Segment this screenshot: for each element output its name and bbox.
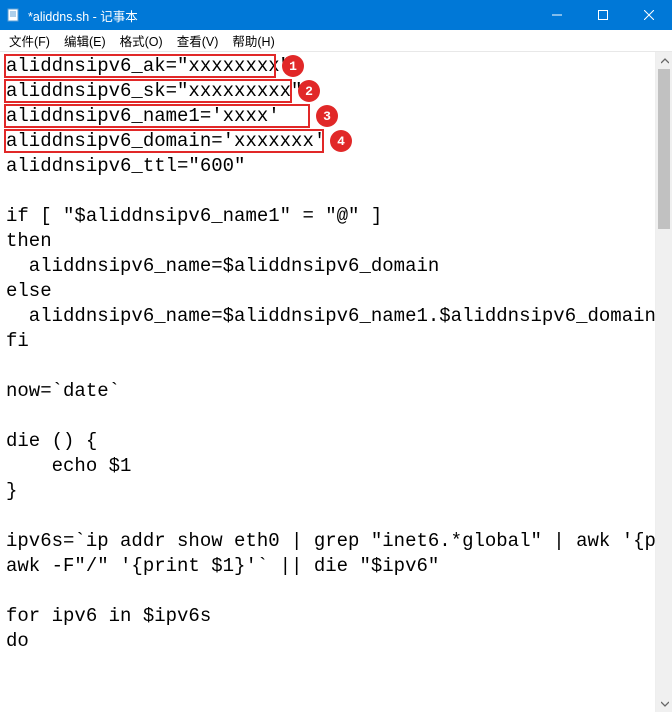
vertical-scrollbar[interactable] [655,52,672,712]
code-line: ipv6s=`ip addr show eth0 | grep "inet6.*… [6,529,651,554]
code-line: aliddnsipv6_domain='xxxxxxx' [6,129,651,154]
menu-edit[interactable]: 编辑(E) [57,29,113,52]
menu-file[interactable]: 文件(F) [2,29,57,52]
window-controls [534,0,672,30]
menu-view[interactable]: 查看(V) [170,29,226,52]
code-line: for ipv6 in $ipv6s [6,604,651,629]
code-line: if [ "$aliddnsipv6_name1" = "@" ] [6,204,651,229]
titlebar: *aliddns.sh - 记事本 [0,0,672,30]
code-line: aliddnsipv6_name=$aliddnsipv6_name1.$ali… [6,304,651,329]
code-line [6,579,651,604]
maximize-button[interactable] [580,0,626,30]
code-line: aliddnsipv6_name1='xxxx' [6,104,651,129]
code-line [6,354,651,379]
code-line: die () { [6,429,651,454]
code-line: } [6,479,651,504]
code-line [6,504,651,529]
content-area: aliddnsipv6_ak="xxxxxxxx"aliddnsipv6_sk=… [0,52,672,712]
notepad-icon [6,7,22,23]
scroll-up-button[interactable] [656,52,672,69]
code-line: echo $1 [6,454,651,479]
scroll-thumb[interactable] [658,69,670,229]
code-line: else [6,279,651,304]
window-title: *aliddns.sh - 记事本 [28,6,534,25]
code-line: fi [6,329,651,354]
menu-help[interactable]: 帮助(H) [225,29,281,52]
code-line: aliddnsipv6_name=$aliddnsipv6_domain [6,254,651,279]
minimize-button[interactable] [534,0,580,30]
code-line: aliddnsipv6_ak="xxxxxxxx" [6,54,651,79]
code-line: aliddnsipv6_sk="xxxxxxxxx" [6,79,651,104]
code-line [6,179,651,204]
code-line: aliddnsipv6_ttl="600" [6,154,651,179]
menubar: 文件(F) 编辑(E) 格式(O) 查看(V) 帮助(H) [0,30,672,52]
code-line: do [6,629,651,654]
menu-format[interactable]: 格式(O) [113,29,170,52]
code-line: awk -F"/" '{print $1}'` || die "$ipv6" [6,554,651,579]
text-editor[interactable]: aliddnsipv6_ak="xxxxxxxx"aliddnsipv6_sk=… [0,52,655,712]
code-line: then [6,229,651,254]
code-line [6,404,651,429]
code-line: now=`date` [6,379,651,404]
close-button[interactable] [626,0,672,30]
scroll-down-button[interactable] [656,695,672,712]
